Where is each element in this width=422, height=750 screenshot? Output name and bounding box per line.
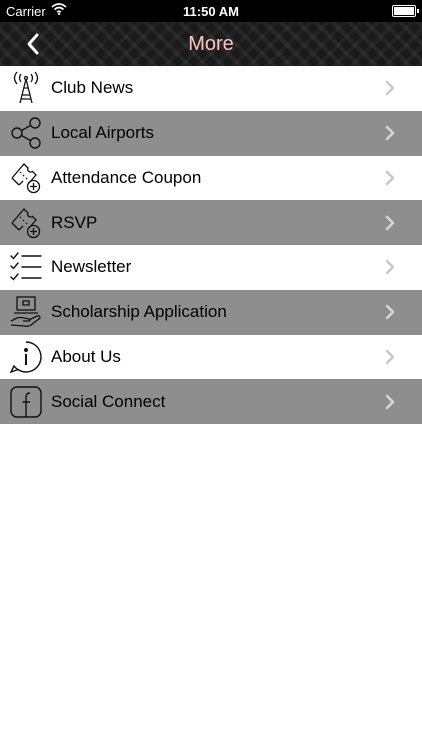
chevron-right-icon: [385, 215, 395, 230]
chevron-right-icon: [385, 394, 395, 409]
navigation-bar: More: [0, 22, 422, 67]
menu-item-label: Social Connect: [51, 391, 166, 411]
menu-item-rsvp[interactable]: RSVP: [0, 200, 422, 245]
menu-item-local-airports[interactable]: Local Airports: [0, 110, 422, 156]
ticket-add-icon: [11, 207, 41, 238]
chevron-right-icon: [385, 260, 395, 275]
ticket-add-icon: [11, 162, 41, 194]
menu-item-label: Scholarship Application: [51, 302, 227, 322]
menu-item-club-news[interactable]: Club News: [0, 66, 422, 111]
info-icon: [9, 341, 42, 374]
menu-item-about-us[interactable]: About Us: [0, 334, 422, 380]
menu-item-label: Newsletter: [51, 257, 132, 277]
chevron-right-icon: [385, 125, 395, 141]
share-icon: [11, 117, 41, 149]
menu-item-label: About Us: [51, 346, 121, 366]
status-bar: Carrier 11:50 AM: [0, 0, 422, 22]
clock: 11:50 AM: [183, 4, 239, 19]
menu-list: Club News Local Airports Attendance Coup…: [0, 66, 422, 424]
menu-item-label: RSVP: [51, 212, 98, 232]
menu-item-newsletter[interactable]: Newsletter: [0, 245, 422, 290]
menu-item-label: Club News: [51, 78, 134, 98]
radio-tower-icon: [13, 71, 39, 104]
battery-icon: [392, 5, 419, 17]
chevron-right-icon: [385, 349, 395, 365]
facebook-icon: [10, 385, 42, 418]
menu-item-label: Local Airports: [51, 123, 154, 143]
chevron-right-icon: [385, 81, 395, 96]
page-title: More: [188, 33, 234, 55]
menu-item-label: Attendance Coupon: [51, 167, 202, 187]
checklist-icon: [10, 252, 42, 281]
menu-item-social-connect[interactable]: Social Connect: [0, 379, 422, 424]
chevron-right-icon: [385, 170, 395, 186]
menu-item-attendance-coupon[interactable]: Attendance Coupon: [0, 155, 422, 201]
chevron-right-icon: [385, 304, 395, 320]
laptop-hand-icon: [10, 296, 41, 328]
menu-item-scholarship-application[interactable]: Scholarship Application: [0, 289, 422, 335]
